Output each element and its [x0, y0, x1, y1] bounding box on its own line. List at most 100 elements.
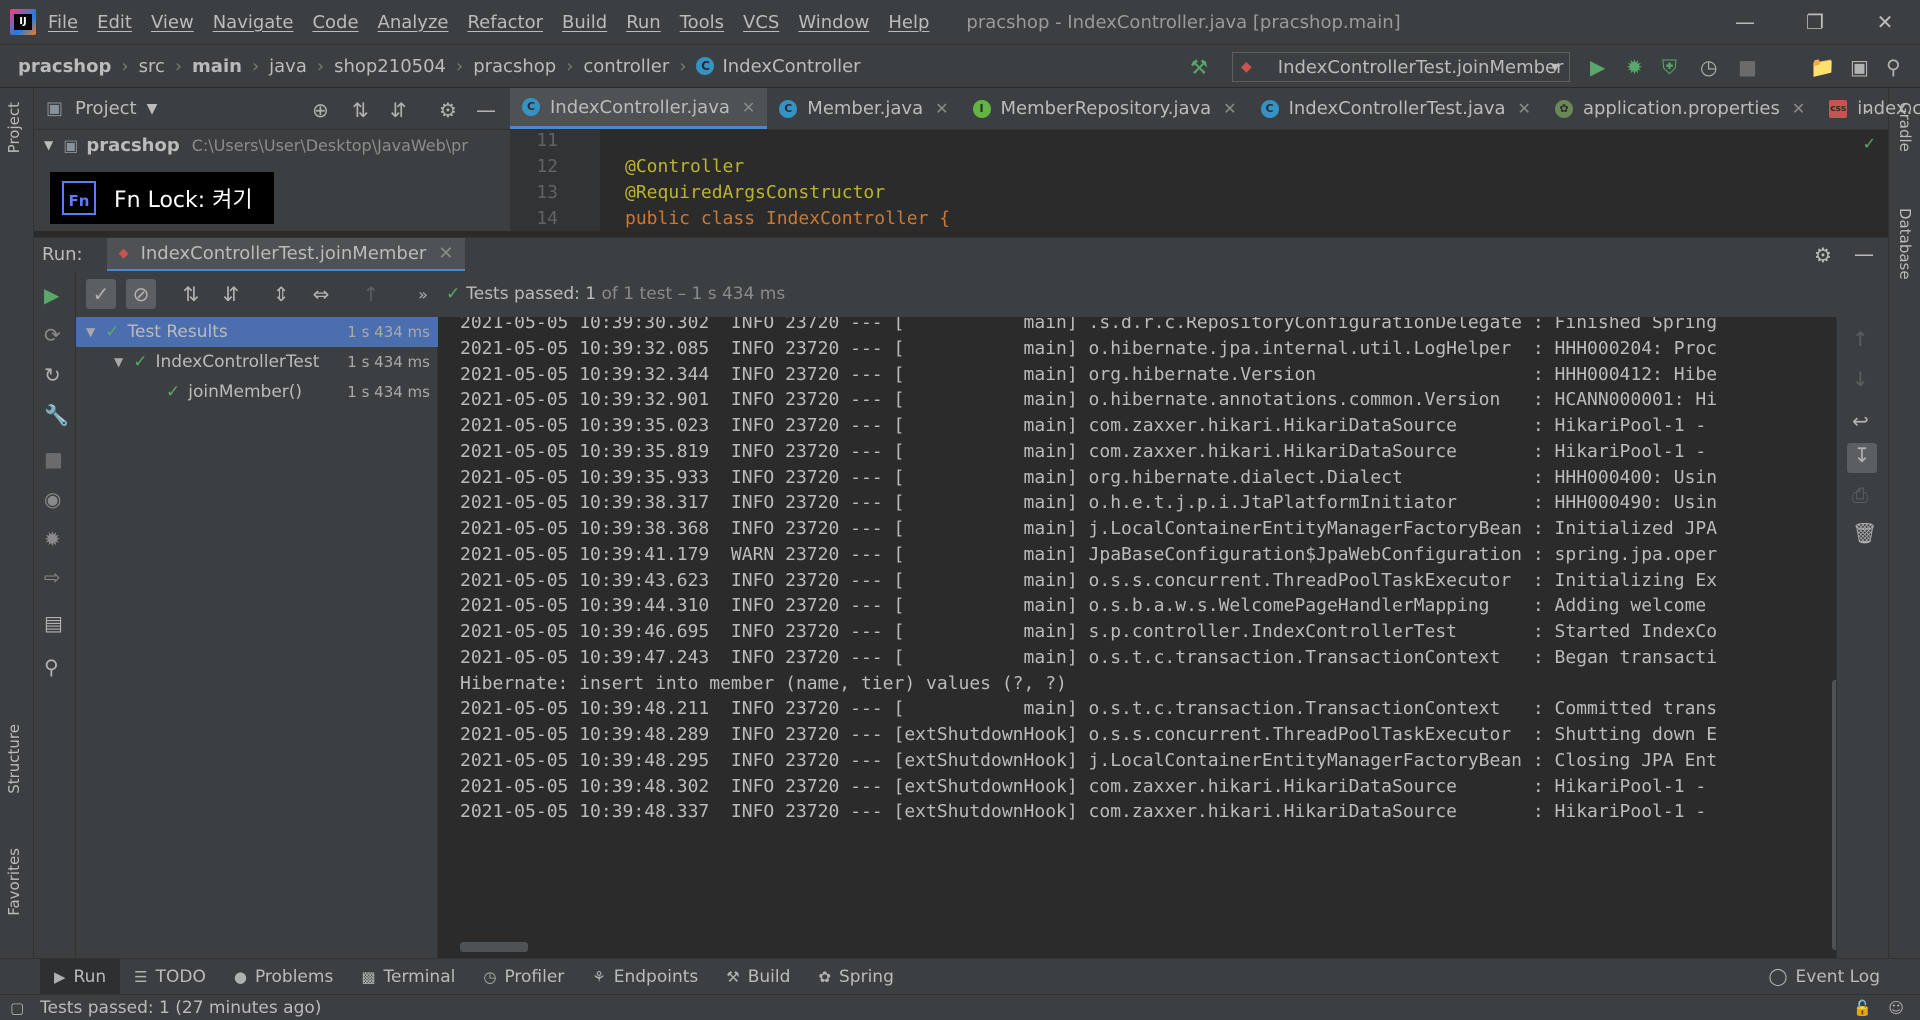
- project-tree-root[interactable]: ▼ ▣ pracshop C:\Users\User\Desktop\JavaW…: [34, 130, 510, 160]
- hide-icon[interactable]: —: [476, 98, 496, 122]
- debug-icon[interactable]: ✹: [44, 527, 61, 551]
- event-log-button[interactable]: ◯ Event Log: [1769, 959, 1881, 995]
- close-icon[interactable]: ✕: [1223, 99, 1236, 118]
- bottom-tab-spring[interactable]: ✿ Spring: [804, 959, 907, 995]
- layout-icon[interactable]: ▣: [1850, 55, 1869, 79]
- profile-icon[interactable]: ◷: [1700, 55, 1717, 79]
- expand-all-icon[interactable]: ⇅: [352, 98, 369, 122]
- bottom-tab-todo[interactable]: ☰ TODO: [120, 959, 220, 995]
- search-icon[interactable]: ⚲: [1886, 55, 1901, 79]
- close-icon[interactable]: ✕: [742, 98, 755, 117]
- code-editor[interactable]: 11 12 13 14 @Controller @RequiredArgsCon…: [510, 130, 1888, 231]
- tab-application-properties[interactable]: ✿ application.properties ✕: [1543, 88, 1817, 129]
- menu-vcs[interactable]: VCS: [743, 12, 779, 33]
- tree-row-test-results[interactable]: ▼ ✓ Test Results 1 s 434 ms: [76, 317, 438, 347]
- bottom-tab-build[interactable]: ⚒ Build: [712, 959, 804, 995]
- hide-icon[interactable]: —: [1854, 242, 1874, 266]
- horizontal-scrollbar[interactable]: [460, 942, 528, 952]
- console-output[interactable]: 2021-05-05 10:39:30.302 INFO 23720 --- […: [438, 317, 1836, 958]
- pin-icon[interactable]: ⚲: [44, 655, 59, 679]
- soft-wrap-icon[interactable]: ↩: [1852, 409, 1869, 433]
- layout-icon[interactable]: ▤: [44, 611, 63, 635]
- camera-icon[interactable]: ◉: [44, 487, 61, 511]
- menu-file[interactable]: File: [48, 12, 78, 33]
- tool-tab-structure[interactable]: Structure: [5, 724, 23, 794]
- tree-row-test-class[interactable]: ▼ ✓ IndexControllerTest 1 s 434 ms: [76, 347, 438, 377]
- dropdown-arrow-icon[interactable]: ▼: [147, 101, 158, 117]
- expand-all-icon[interactable]: ⇕: [266, 279, 296, 309]
- collapse-all-icon[interactable]: ⇵: [390, 98, 407, 122]
- sort-alpha-icon[interactable]: ⇅: [176, 279, 206, 309]
- bottom-tab-profiler[interactable]: ◷ Profiler: [469, 959, 578, 995]
- gear-icon[interactable]: ⚙: [1814, 243, 1832, 267]
- close-icon[interactable]: ✕: [1792, 99, 1805, 118]
- breadcrumb-item[interactable]: pracshop: [473, 56, 556, 77]
- tab-member-repository[interactable]: I MemberRepository.java ✕: [961, 88, 1249, 129]
- tool-tab-project[interactable]: Project: [5, 102, 23, 153]
- scroll-to-end-icon[interactable]: ↧: [1847, 443, 1877, 473]
- breadcrumb-item[interactable]: pracshop: [18, 56, 111, 77]
- debug-icon[interactable]: ✹: [1626, 55, 1643, 79]
- menu-help[interactable]: Help: [888, 12, 929, 33]
- coverage-icon[interactable]: ⛨: [1662, 55, 1677, 79]
- menu-build[interactable]: Build: [562, 12, 607, 33]
- close-icon[interactable]: ✕: [1856, 0, 1914, 44]
- run-tab[interactable]: ◆ IndexControllerTest.joinMember ✕: [106, 237, 466, 272]
- locate-icon[interactable]: ⊕: [312, 98, 329, 122]
- lock-icon[interactable]: 🔓: [1853, 999, 1872, 1017]
- run-config-select[interactable]: ◆ IndexControllerTest.joinMember ▾: [1232, 52, 1570, 82]
- rerun-icon[interactable]: ▶: [44, 283, 59, 307]
- restore-icon[interactable]: ❐: [1786, 0, 1844, 44]
- stop-icon[interactable]: ■: [44, 447, 63, 471]
- print-icon[interactable]: ⎙: [1852, 483, 1868, 507]
- more-icon[interactable]: »: [408, 279, 438, 309]
- run-icon[interactable]: ▶: [1590, 55, 1605, 79]
- wrench-icon[interactable]: 🔧: [44, 403, 69, 427]
- import-tests-icon[interactable]: ⇨: [44, 565, 61, 589]
- menu-window[interactable]: Window: [798, 12, 869, 33]
- breadcrumb-item[interactable]: main: [192, 56, 242, 77]
- breadcrumb-item[interactable]: controller: [583, 56, 669, 77]
- rerun-failed-icon[interactable]: ⟳: [44, 323, 61, 347]
- trash-icon[interactable]: 🗑: [1852, 521, 1877, 545]
- hammer-icon[interactable]: ⚒: [1190, 55, 1208, 79]
- stop-icon[interactable]: ■: [1738, 55, 1757, 79]
- bottom-tab-run[interactable]: ▶ Run: [40, 958, 121, 995]
- menu-refactor[interactable]: Refactor: [467, 12, 543, 33]
- minimize-icon[interactable]: —: [1716, 0, 1774, 44]
- menu-navigate[interactable]: Navigate: [213, 12, 294, 33]
- project-structure-icon[interactable]: 📁: [1810, 55, 1835, 79]
- chevron-down-icon[interactable]: ⌄: [1861, 98, 1874, 117]
- inspection-ok-icon[interactable]: ✓: [1863, 134, 1876, 153]
- bottom-tab-endpoints[interactable]: ⚘ Endpoints: [578, 959, 712, 995]
- bottom-tab-problems[interactable]: ● Problems: [220, 959, 347, 995]
- project-panel-title[interactable]: Project: [75, 98, 137, 119]
- collapse-all-icon[interactable]: ⇔: [306, 279, 336, 309]
- close-icon[interactable]: ✕: [1518, 99, 1531, 118]
- gear-icon[interactable]: ⚙: [439, 98, 457, 122]
- layout-toggle-icon[interactable]: ▢: [10, 999, 24, 1017]
- menu-view[interactable]: View: [151, 12, 194, 33]
- breadcrumb-item[interactable]: src: [139, 56, 165, 77]
- menu-code[interactable]: Code: [312, 12, 358, 33]
- tab-index-controller[interactable]: C IndexController.java ✕: [510, 88, 768, 129]
- menu-run[interactable]: Run: [626, 12, 661, 33]
- bottom-tab-terminal[interactable]: ▩ Terminal: [347, 959, 469, 995]
- up-arrow-icon[interactable]: ↑: [1852, 327, 1869, 351]
- sort-duration-icon[interactable]: ⇵: [216, 279, 246, 309]
- tool-tab-favorites[interactable]: Favorites: [5, 848, 23, 916]
- menu-edit[interactable]: Edit: [97, 12, 132, 33]
- show-ignored-icon[interactable]: ⊘: [126, 279, 156, 309]
- breadcrumb-item[interactable]: IndexController: [722, 56, 860, 77]
- breadcrumb-item[interactable]: java: [269, 56, 307, 77]
- tool-tab-database[interactable]: Database: [1896, 208, 1914, 280]
- tab-member[interactable]: C Member.java ✕: [767, 88, 960, 129]
- close-icon[interactable]: ✕: [438, 243, 453, 264]
- menu-analyze[interactable]: Analyze: [378, 12, 449, 33]
- down-arrow-icon[interactable]: ↓: [1852, 367, 1869, 391]
- toggle-auto-test-icon[interactable]: ↻: [44, 363, 61, 387]
- inspector-icon[interactable]: ☺: [1888, 999, 1904, 1017]
- previous-failed-icon[interactable]: ↑: [356, 279, 386, 309]
- breadcrumb-item[interactable]: shop210504: [334, 56, 446, 77]
- menu-tools[interactable]: Tools: [680, 12, 724, 33]
